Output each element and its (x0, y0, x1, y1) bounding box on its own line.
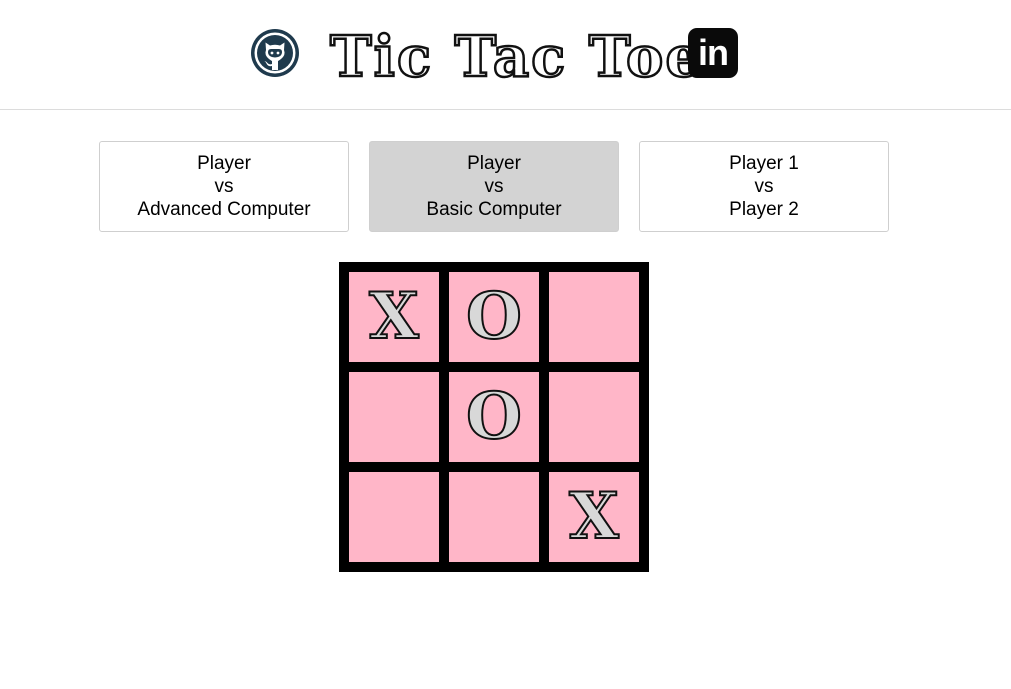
mode-label-line1: Player 1 (729, 153, 799, 174)
header: Tic Tac Toe in (0, 0, 1011, 110)
mode-label-line1: Player (467, 153, 521, 174)
mode-label-line2: vs (484, 176, 504, 197)
linkedin-icon[interactable]: in (688, 28, 738, 78)
board-cell-8[interactable] (449, 472, 539, 562)
board-cell-1[interactable]: X (349, 272, 439, 362)
mode-label-line3: Player 2 (729, 199, 799, 220)
mode-label-line2: vs (754, 176, 774, 197)
mode-label-line3: Basic Computer (426, 199, 562, 220)
board-cell-4[interactable] (349, 372, 439, 462)
mode-player1-vs-player2-button[interactable]: Player 1 vs Player 2 (639, 141, 889, 232)
cell-mark: X (568, 479, 620, 554)
board-cell-3[interactable] (549, 272, 639, 362)
game-board: X O O X (339, 262, 649, 572)
board-cell-2[interactable]: O (449, 272, 539, 362)
cell-mark: O (465, 279, 523, 354)
mode-label-line1: Player (197, 153, 251, 174)
github-icon[interactable] (250, 28, 300, 78)
board-cell-5[interactable]: O (449, 372, 539, 462)
cell-mark: X (368, 279, 420, 354)
mode-label-line2: vs (214, 176, 234, 197)
board-cell-6[interactable] (549, 372, 639, 462)
mode-player-vs-basic-computer-button[interactable]: Player vs Basic Computer (369, 141, 619, 232)
cell-mark: O (465, 379, 523, 454)
mode-player-vs-advanced-computer-button[interactable]: Player vs Advanced Computer (99, 141, 349, 232)
board-cell-9[interactable]: X (549, 472, 639, 562)
linkedin-icon-text: in (698, 32, 729, 73)
page-title: Tic Tac Toe (329, 23, 703, 92)
board-cell-7[interactable] (349, 472, 439, 562)
mode-label-line3: Advanced Computer (137, 199, 311, 220)
